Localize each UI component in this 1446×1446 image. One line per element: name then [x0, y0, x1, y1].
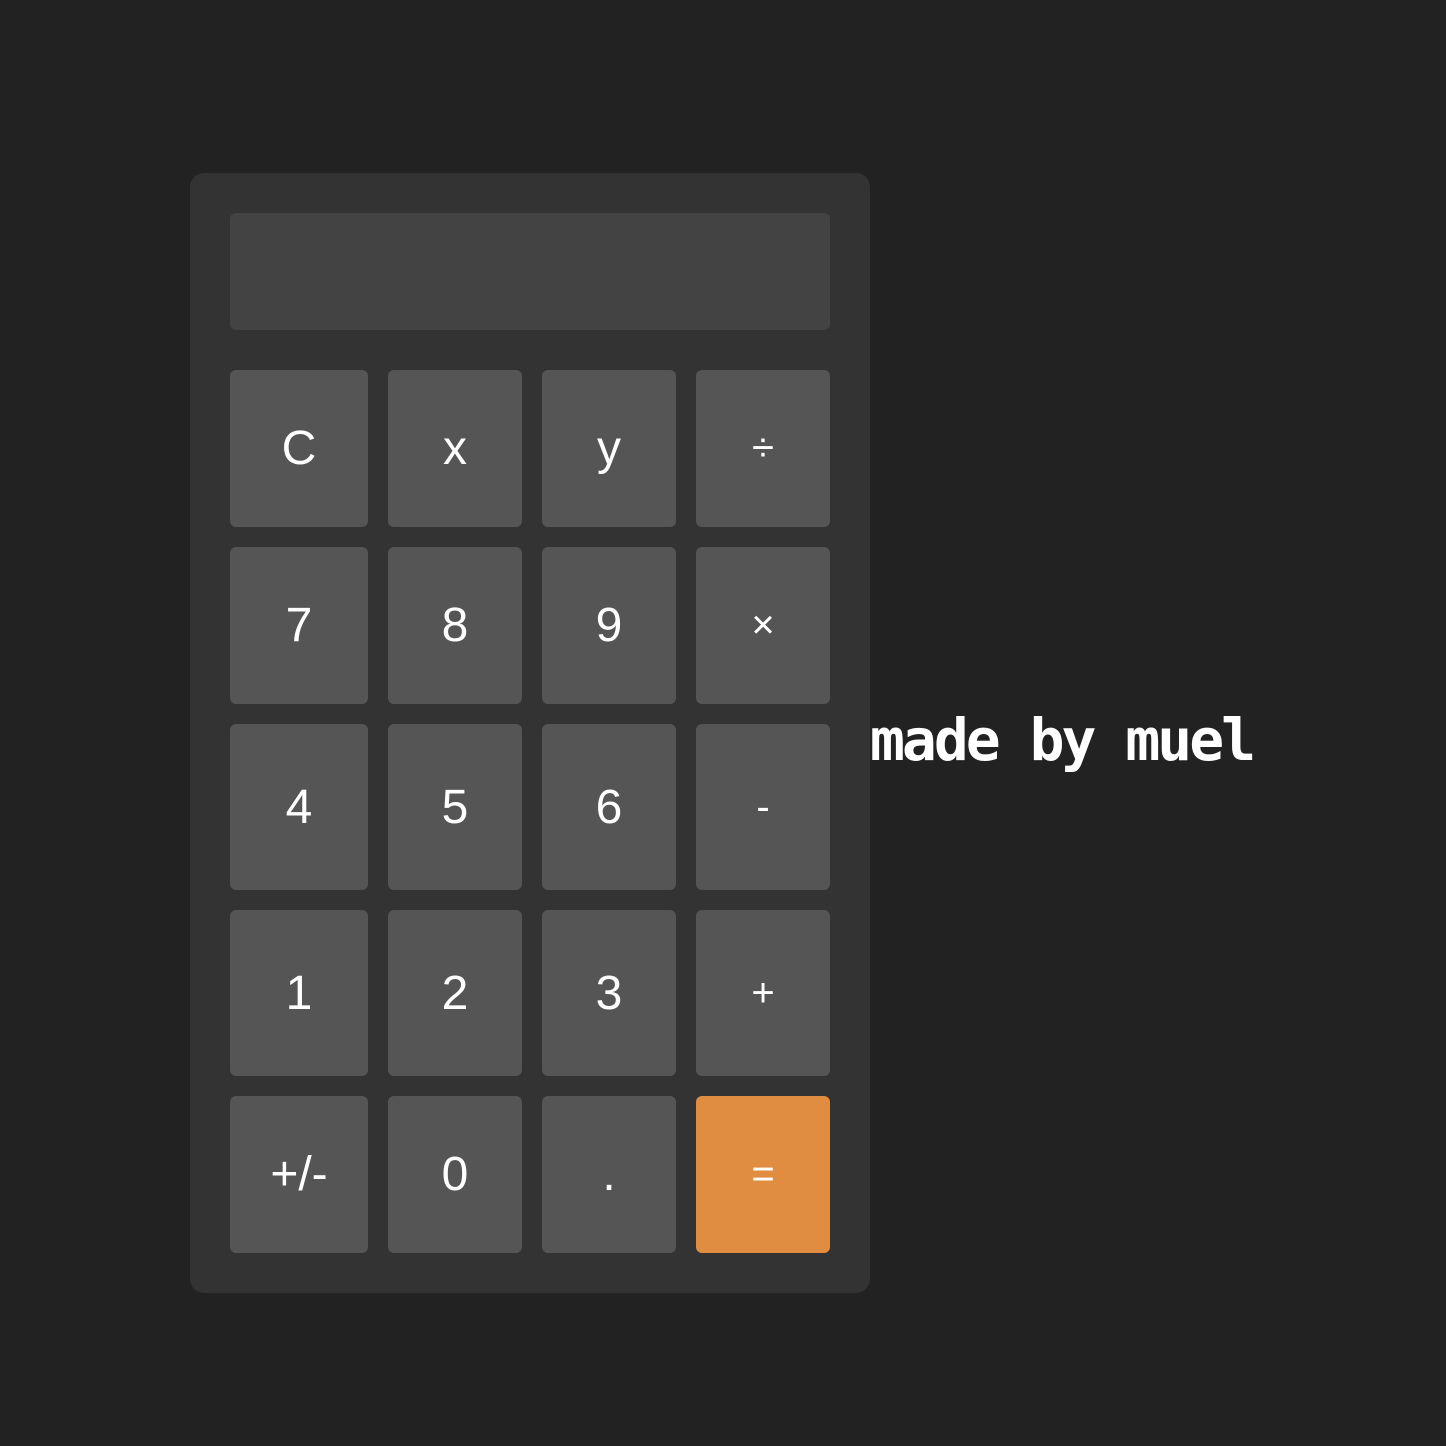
- clear-button[interactable]: C: [230, 370, 368, 527]
- y-variable-button[interactable]: y: [542, 370, 676, 527]
- digit-8-button[interactable]: 8: [388, 547, 522, 704]
- digit-6-button[interactable]: 6: [542, 724, 676, 890]
- digit-4-label: 4: [285, 780, 313, 834]
- decimal-point-button[interactable]: .: [542, 1096, 676, 1253]
- add-button[interactable]: +: [696, 910, 830, 1076]
- digit-6-label: 6: [595, 780, 623, 834]
- subtract-button-label: -: [756, 784, 770, 829]
- digit-4-button[interactable]: 4: [230, 724, 368, 890]
- calculator-panel: C x y ÷ 7 8 9 × 4 5 6 - 1 2 3 + +/- 0 . …: [190, 173, 870, 1293]
- x-variable-button-label: x: [443, 422, 467, 475]
- digit-5-button[interactable]: 5: [388, 724, 522, 890]
- y-variable-button-label: y: [597, 422, 621, 475]
- digit-8-label: 8: [441, 599, 469, 652]
- x-variable-button[interactable]: x: [388, 370, 522, 527]
- digit-0-button[interactable]: 0: [388, 1096, 522, 1253]
- digit-5-label: 5: [441, 780, 469, 834]
- toggle-sign-button[interactable]: +/-: [230, 1096, 368, 1253]
- digit-0-label: 0: [441, 1148, 469, 1201]
- multiply-button[interactable]: ×: [696, 547, 830, 704]
- digit-2-label: 2: [441, 966, 469, 1020]
- author-credit: made by muel: [870, 706, 1256, 774]
- clear-button-label: C: [281, 422, 317, 475]
- equals-button-label: =: [751, 1152, 775, 1196]
- subtract-button[interactable]: -: [696, 724, 830, 890]
- add-button-label: +: [751, 970, 775, 1015]
- digit-3-button[interactable]: 3: [542, 910, 676, 1076]
- digit-7-label: 7: [285, 599, 313, 652]
- digit-1-button[interactable]: 1: [230, 910, 368, 1076]
- divide-button-label: ÷: [752, 426, 774, 470]
- digit-3-label: 3: [595, 966, 623, 1020]
- toggle-sign-button-label: +/-: [270, 1148, 328, 1201]
- equals-button[interactable]: =: [696, 1096, 830, 1253]
- decimal-point-button-label: .: [602, 1148, 616, 1201]
- digit-2-button[interactable]: 2: [388, 910, 522, 1076]
- digit-7-button[interactable]: 7: [230, 547, 368, 704]
- digit-9-button[interactable]: 9: [542, 547, 676, 704]
- calculator-display: [230, 213, 830, 330]
- digit-9-label: 9: [595, 599, 623, 652]
- multiply-button-label: ×: [751, 603, 775, 647]
- digit-1-label: 1: [285, 966, 313, 1020]
- divide-button[interactable]: ÷: [696, 370, 830, 527]
